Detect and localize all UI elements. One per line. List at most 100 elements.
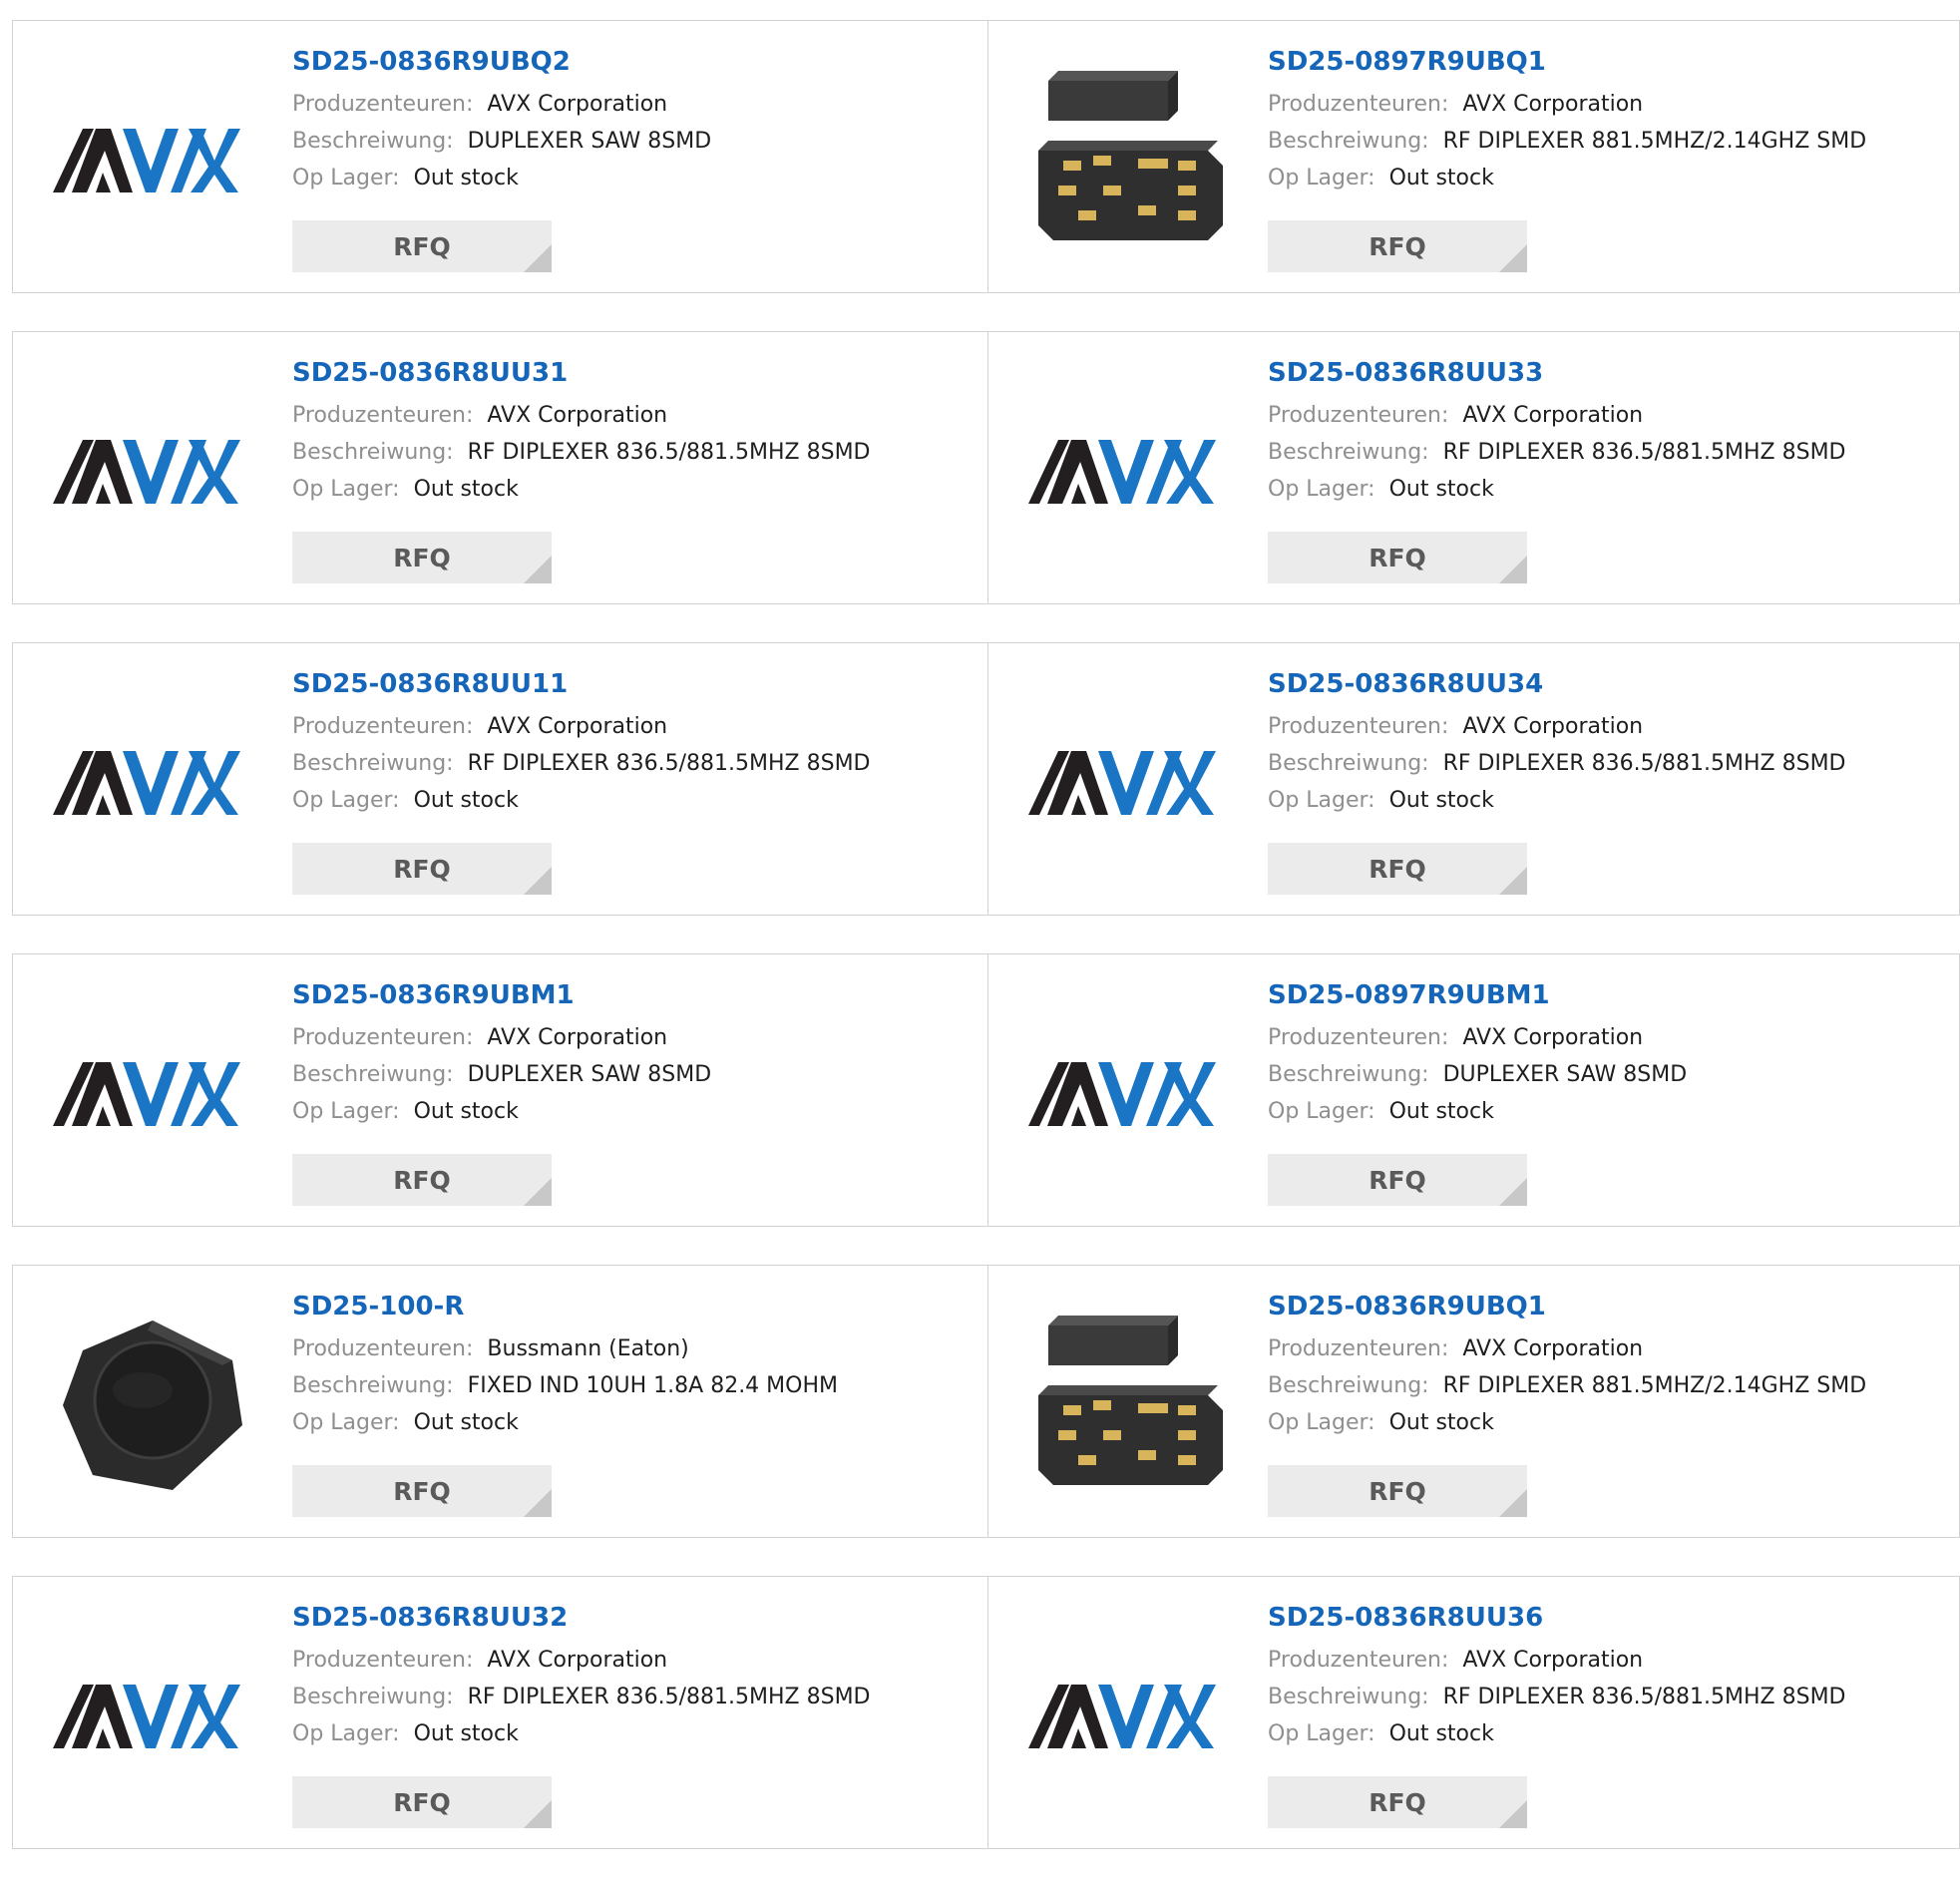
stock-value: Out stock xyxy=(1388,788,1494,813)
manufacturer-value: AVX Corporation xyxy=(1462,1648,1644,1673)
product-row: SD25-0836R8UU31 Produzenteuren: AVX Corpor… xyxy=(12,331,1960,604)
manufacturer-value: AVX Corporation xyxy=(1462,403,1644,428)
corner-triangle-icon xyxy=(524,244,552,272)
rfq-label: RFQ xyxy=(393,1476,451,1506)
description-value: RF DIPLEXER 836.5/881.5MHZ 8SMD xyxy=(1442,440,1846,465)
part-number-link[interactable]: SD25-0836R8UU11 xyxy=(292,671,978,701)
rfq-button[interactable]: RFQ xyxy=(1268,843,1527,895)
manufacturer-row: Produzenteuren: AVX Corporation xyxy=(1268,1330,1951,1367)
rfq-button[interactable]: RFQ xyxy=(1268,1776,1527,1828)
corner-triangle-icon xyxy=(524,1800,552,1828)
rfq-button[interactable]: RFQ xyxy=(292,532,552,583)
stock-label: Op Lager: xyxy=(1268,1099,1375,1124)
avx-logo-image[interactable] xyxy=(53,372,252,571)
rfq-button[interactable]: RFQ xyxy=(292,220,552,272)
part-number-link[interactable]: SD25-100-R xyxy=(292,1294,978,1323)
product-card: SD25-0897R9UBQ1 Produzenteuren: AVX Corpor… xyxy=(987,21,1960,292)
stock-label: Op Lager: xyxy=(1268,166,1375,190)
part-number-link[interactable]: SD25-0836R9UBQ1 xyxy=(1268,1294,1951,1323)
avx-logo-image[interactable] xyxy=(53,683,252,883)
part-number-link[interactable]: SD25-0836R8UU32 xyxy=(292,1605,978,1635)
part-number-link[interactable]: SD25-0836R8UU36 xyxy=(1268,1605,1951,1635)
description-value: RF DIPLEXER 836.5/881.5MHZ 8SMD xyxy=(1442,1685,1846,1709)
description-row: Beschreiwung: RF DIPLEXER 836.5/881.5MHZ … xyxy=(1268,745,1951,782)
manufacturer-label: Produzenteuren: xyxy=(1268,403,1449,428)
manufacturer-label: Produzenteuren: xyxy=(1268,92,1449,117)
part-number-link[interactable]: SD25-0836R9UBM1 xyxy=(292,982,978,1012)
part-number-link[interactable]: SD25-0836R8UU33 xyxy=(1268,360,1951,390)
description-label: Beschreiwung: xyxy=(1268,1373,1429,1398)
product-grid: SD25-0836R9UBQ2 Produzenteuren: AVX Corpor… xyxy=(12,20,1960,1887)
stock-value: Out stock xyxy=(413,788,519,813)
description-row: Beschreiwung: RF DIPLEXER 836.5/881.5MHZ … xyxy=(292,1679,978,1715)
manufacturer-label: Produzenteuren: xyxy=(1268,1025,1449,1050)
rfq-button[interactable]: RFQ xyxy=(1268,1154,1527,1206)
manufacturer-row: Produzenteuren: AVX Corporation xyxy=(292,708,978,745)
rfq-label: RFQ xyxy=(393,1787,451,1817)
product-info: SD25-100-R Produzenteuren: Bussmann (Eaton… xyxy=(292,1294,978,1441)
inductor-image[interactable] xyxy=(53,1306,252,1505)
rfq-button[interactable]: RFQ xyxy=(1268,220,1527,272)
stock-row: Op Lager: Out stock xyxy=(1268,1715,1951,1752)
manufacturer-label: Produzenteuren: xyxy=(292,1648,474,1673)
corner-triangle-icon xyxy=(524,1178,552,1206)
stock-label: Op Lager: xyxy=(292,166,400,190)
avx-logo-image[interactable] xyxy=(53,61,252,260)
rfq-button[interactable]: RFQ xyxy=(1268,532,1527,583)
description-row: Beschreiwung: DUPLEXER SAW 8SMD xyxy=(292,123,978,160)
manufacturer-value: AVX Corporation xyxy=(487,1025,668,1050)
manufacturer-row: Produzenteuren: AVX Corporation xyxy=(1268,708,1951,745)
avx-logo-image[interactable] xyxy=(1028,372,1228,571)
product-info: SD25-0836R8UU31 Produzenteuren: AVX Corpor… xyxy=(292,360,978,508)
stock-row: Op Lager: Out stock xyxy=(1268,471,1951,508)
product-info: SD25-0836R9UBQ2 Produzenteuren: AVX Corpor… xyxy=(292,49,978,196)
description-value: RF DIPLEXER 836.5/881.5MHZ 8SMD xyxy=(467,1685,871,1709)
part-number-link[interactable]: SD25-0897R9UBQ1 xyxy=(1268,49,1951,79)
part-number-link[interactable]: SD25-0836R9UBQ2 xyxy=(292,49,978,79)
rfq-button[interactable]: RFQ xyxy=(292,1154,552,1206)
manufacturer-row: Produzenteuren: AVX Corporation xyxy=(1268,86,1951,123)
manufacturer-row: Produzenteuren: AVX Corporation xyxy=(1268,1642,1951,1679)
stock-row: Op Lager: Out stock xyxy=(292,782,978,819)
manufacturer-label: Produzenteuren: xyxy=(292,1025,474,1050)
rfq-button[interactable]: RFQ xyxy=(292,843,552,895)
avx-logo-image[interactable] xyxy=(53,994,252,1194)
stock-row: Op Lager: Out stock xyxy=(1268,1404,1951,1441)
part-number-link[interactable]: SD25-0836R8UU31 xyxy=(292,360,978,390)
description-label: Beschreiwung: xyxy=(1268,440,1429,465)
description-label: Beschreiwung: xyxy=(292,751,454,776)
chip-package-image[interactable] xyxy=(1028,1306,1228,1505)
manufacturer-label: Produzenteuren: xyxy=(292,1336,474,1361)
description-value: DUPLEXER SAW 8SMD xyxy=(467,129,712,154)
manufacturer-value: AVX Corporation xyxy=(487,403,668,428)
chip-package-image[interactable] xyxy=(1028,61,1228,260)
part-number-link[interactable]: SD25-0897R9UBM1 xyxy=(1268,982,1951,1012)
manufacturer-value: AVX Corporation xyxy=(1462,1336,1644,1361)
avx-logo-image[interactable] xyxy=(1028,1617,1228,1816)
product-card: SD25-0836R9UBQ1 Produzenteuren: AVX Corpor… xyxy=(987,1266,1960,1537)
product-info: SD25-0836R8UU34 Produzenteuren: AVX Corpor… xyxy=(1268,671,1951,819)
product-info: SD25-0836R8UU33 Produzenteuren: AVX Corpor… xyxy=(1268,360,1951,508)
manufacturer-value: AVX Corporation xyxy=(1462,92,1644,117)
description-row: Beschreiwung: RF DIPLEXER 836.5/881.5MHZ … xyxy=(292,745,978,782)
product-row: SD25-0836R8UU32 Produzenteuren: AVX Corpor… xyxy=(12,1576,1960,1849)
rfq-button[interactable]: RFQ xyxy=(292,1776,552,1828)
stock-label: Op Lager: xyxy=(292,1721,400,1746)
avx-logo-image[interactable] xyxy=(1028,994,1228,1194)
manufacturer-row: Produzenteuren: AVX Corporation xyxy=(292,1642,978,1679)
description-label: Beschreiwung: xyxy=(292,1373,454,1398)
avx-logo-image[interactable] xyxy=(1028,683,1228,883)
rfq-button[interactable]: RFQ xyxy=(1268,1465,1527,1517)
stock-row: Op Lager: Out stock xyxy=(1268,1093,1951,1130)
part-number-link[interactable]: SD25-0836R8UU34 xyxy=(1268,671,1951,701)
description-label: Beschreiwung: xyxy=(1268,751,1429,776)
avx-logo-image[interactable] xyxy=(53,1617,252,1816)
stock-label: Op Lager: xyxy=(1268,1410,1375,1435)
rfq-button[interactable]: RFQ xyxy=(292,1465,552,1517)
manufacturer-value: AVX Corporation xyxy=(1462,714,1644,739)
product-card: SD25-0836R8UU33 Produzenteuren: AVX Corpor… xyxy=(987,332,1960,603)
description-value: DUPLEXER SAW 8SMD xyxy=(467,1062,712,1087)
manufacturer-label: Produzenteuren: xyxy=(292,92,474,117)
rfq-label: RFQ xyxy=(1369,1787,1426,1817)
corner-triangle-icon xyxy=(1499,867,1527,895)
